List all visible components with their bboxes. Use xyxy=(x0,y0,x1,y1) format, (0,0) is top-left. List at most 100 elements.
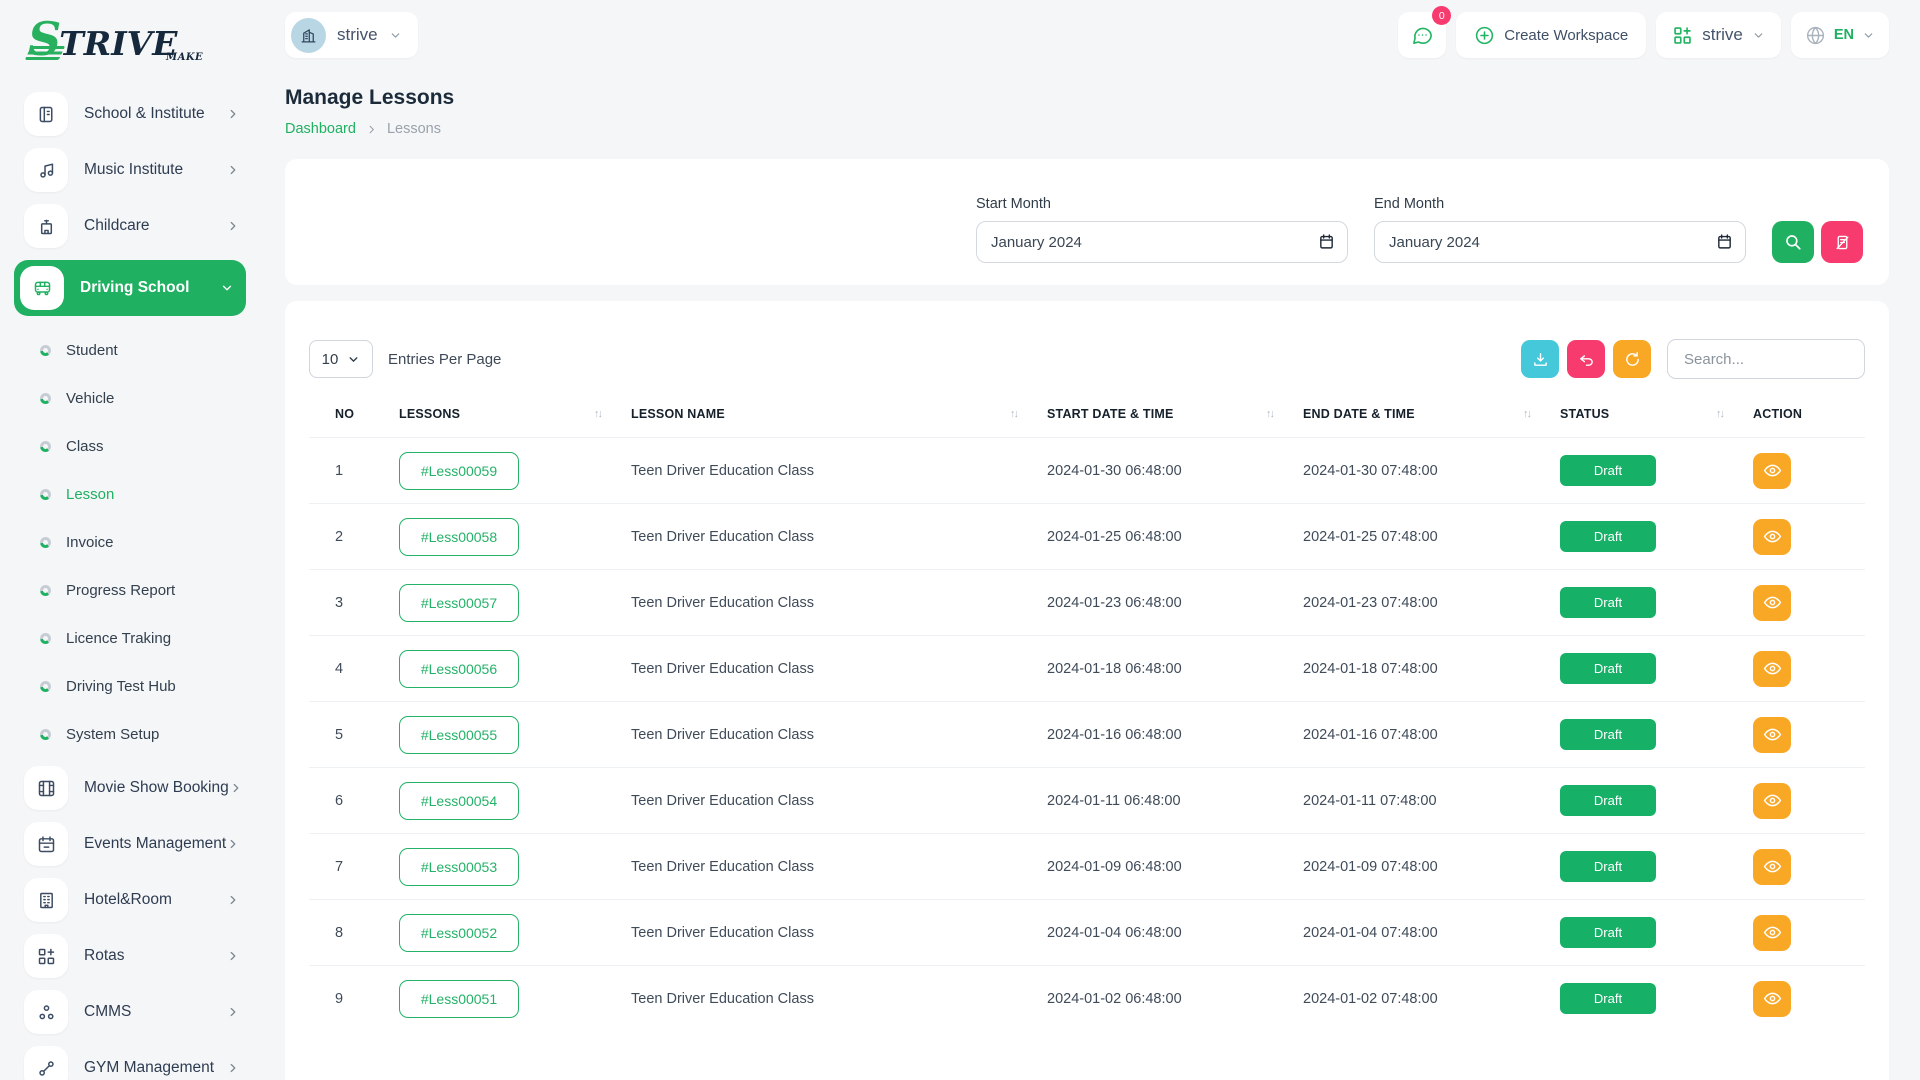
sidebar-subitem-class[interactable]: Class xyxy=(24,424,240,468)
column-label: NO xyxy=(335,407,354,421)
sort-icon[interactable]: ↑↓ xyxy=(1010,408,1017,420)
entries-per-page-value: 10 xyxy=(322,351,339,368)
sidebar-item-driving-school[interactable]: Driving School xyxy=(14,260,246,316)
lesson-code-badge[interactable]: #Less00052 xyxy=(399,914,519,952)
status-badge: Draft xyxy=(1560,653,1656,684)
sidebar-subitem-licence-traking[interactable]: Licence Traking xyxy=(24,616,240,660)
download-icon xyxy=(1532,351,1549,368)
sort-icon[interactable]: ↑↓ xyxy=(1266,408,1273,420)
org-switcher[interactable]: strive xyxy=(1656,12,1781,58)
lesson-code-badge[interactable]: #Less00054 xyxy=(399,782,519,820)
lesson-code-badge[interactable]: #Less00059 xyxy=(399,452,519,490)
view-button[interactable] xyxy=(1753,717,1791,753)
filter-panel: Start Month End Month xyxy=(285,159,1889,285)
strive-logo[interactable]: STRIVE MAKE xyxy=(28,12,228,68)
status-badge: Draft xyxy=(1560,917,1656,948)
bullet-icon xyxy=(40,393,51,404)
breadcrumb: Dashboard Lessons xyxy=(285,121,1889,137)
table-search-input[interactable] xyxy=(1667,339,1865,379)
view-button[interactable] xyxy=(1753,519,1791,555)
building-icon xyxy=(299,26,318,45)
eye-icon xyxy=(1763,593,1782,612)
sidebar-subitem-invoice[interactable]: Invoice xyxy=(24,520,240,564)
entries-per-page-select[interactable]: 10 xyxy=(309,340,373,378)
refresh-icon xyxy=(1624,351,1641,368)
search-icon xyxy=(1784,233,1802,251)
workspace-selector[interactable]: strive xyxy=(285,12,418,58)
start-datetime: 2024-01-16 06:48:00 xyxy=(1047,702,1303,768)
sidebar-item-cmms[interactable]: CMMS xyxy=(24,990,240,1034)
sidebar: STRIVE MAKE School & Institute Music Inst… xyxy=(0,0,260,1080)
sidebar-item-childcare[interactable]: Childcare xyxy=(24,204,240,248)
chevron-down-icon xyxy=(347,353,360,366)
sort-icon[interactable]: ↑↓ xyxy=(1523,408,1530,420)
sidebar-item-hotel-room[interactable]: Hotel&Room xyxy=(24,878,240,922)
undo-button[interactable] xyxy=(1567,340,1605,378)
calendar-icon[interactable] xyxy=(1318,233,1335,250)
sidebar-subitem-vehicle[interactable]: Vehicle xyxy=(24,376,240,420)
calendar-icon[interactable] xyxy=(1716,233,1733,250)
filter-search-button[interactable] xyxy=(1772,221,1814,263)
column-header-lessons[interactable]: LESSONS↑↓ xyxy=(399,407,631,438)
sidebar-item-gym-management[interactable]: GYM Management xyxy=(24,1046,240,1080)
language-selector[interactable]: EN xyxy=(1791,12,1889,58)
view-button[interactable] xyxy=(1753,783,1791,819)
sidebar-item-movie-show-booking[interactable]: Movie Show Booking xyxy=(24,766,240,810)
sidebar-item-label: CMMS xyxy=(84,1003,131,1021)
sidebar-subitem-student[interactable]: Student xyxy=(24,328,240,372)
sidebar-nav: School & Institute Music Institute Childca… xyxy=(0,92,260,1080)
view-button[interactable] xyxy=(1753,915,1791,951)
sidebar-item-label: Rotas xyxy=(84,947,125,965)
refresh-button[interactable] xyxy=(1613,340,1651,378)
end-datetime: 2024-01-09 07:48:00 xyxy=(1303,834,1560,900)
export-button[interactable] xyxy=(1521,340,1559,378)
sidebar-subitem-driving-test-hub[interactable]: Driving Test Hub xyxy=(24,664,240,708)
lesson-code-badge[interactable]: #Less00058 xyxy=(399,518,519,556)
end-month-input[interactable] xyxy=(1374,221,1746,263)
start-month-input[interactable] xyxy=(976,221,1348,263)
end-datetime: 2024-01-16 07:48:00 xyxy=(1303,702,1560,768)
sort-icon[interactable]: ↑↓ xyxy=(1716,408,1723,420)
sort-icon[interactable]: ↑↓ xyxy=(594,408,601,420)
view-button[interactable] xyxy=(1753,849,1791,885)
view-button[interactable] xyxy=(1753,981,1791,1017)
sidebar-item-events-management[interactable]: Events Management xyxy=(24,822,240,866)
view-button[interactable] xyxy=(1753,651,1791,687)
breadcrumb-dashboard-link[interactable]: Dashboard xyxy=(285,121,356,137)
lesson-code-badge[interactable]: #Less00051 xyxy=(399,980,519,1018)
column-header-lesson-name[interactable]: LESSON NAME↑↓ xyxy=(631,407,1047,438)
lessons-table-card: 10 Entries Per Page xyxy=(285,301,1889,1080)
table-row: 8#Less00052Teen Driver Education Class20… xyxy=(309,900,1865,966)
sidebar-subitem-progress-report[interactable]: Progress Report xyxy=(24,568,240,612)
workspace-name: strive xyxy=(337,25,378,45)
sidebar-subitem-system-setup[interactable]: System Setup xyxy=(24,712,240,756)
sidebar-item-rotas[interactable]: Rotas xyxy=(24,934,240,978)
chevron-down-icon xyxy=(389,29,402,42)
column-header-start-date-time[interactable]: START DATE & TIME↑↓ xyxy=(1047,407,1303,438)
childcare-icon xyxy=(24,204,68,248)
start-datetime: 2024-01-09 06:48:00 xyxy=(1047,834,1303,900)
filter-clear-button[interactable] xyxy=(1821,221,1863,263)
chat-badge: 0 xyxy=(1432,6,1451,25)
column-label: END DATE & TIME xyxy=(1303,407,1415,421)
movie-icon xyxy=(24,766,68,810)
row-number: 5 xyxy=(309,702,399,768)
sidebar-item-school-institute[interactable]: School & Institute xyxy=(24,92,240,136)
create-workspace-button[interactable]: Create Workspace xyxy=(1456,12,1646,58)
start-datetime: 2024-01-02 06:48:00 xyxy=(1047,966,1303,1032)
column-header-status[interactable]: STATUS↑↓ xyxy=(1560,407,1753,438)
lesson-name: Teen Driver Education Class xyxy=(631,570,1047,636)
language-label: EN xyxy=(1834,27,1854,43)
lesson-code-badge[interactable]: #Less00053 xyxy=(399,848,519,886)
lesson-code-badge[interactable]: #Less00057 xyxy=(399,584,519,622)
lesson-code-badge[interactable]: #Less00056 xyxy=(399,650,519,688)
sidebar-subitem-lesson[interactable]: Lesson xyxy=(24,472,240,516)
view-button[interactable] xyxy=(1753,453,1791,489)
sidebar-item-music-institute[interactable]: Music Institute xyxy=(24,148,240,192)
end-datetime: 2024-01-04 07:48:00 xyxy=(1303,900,1560,966)
column-header-end-date-time[interactable]: END DATE & TIME ↑↓ xyxy=(1303,407,1560,438)
chat-button[interactable]: 0 xyxy=(1398,12,1446,58)
lesson-code-badge[interactable]: #Less00055 xyxy=(399,716,519,754)
sidebar-item-label: Music Institute xyxy=(84,161,183,179)
view-button[interactable] xyxy=(1753,585,1791,621)
